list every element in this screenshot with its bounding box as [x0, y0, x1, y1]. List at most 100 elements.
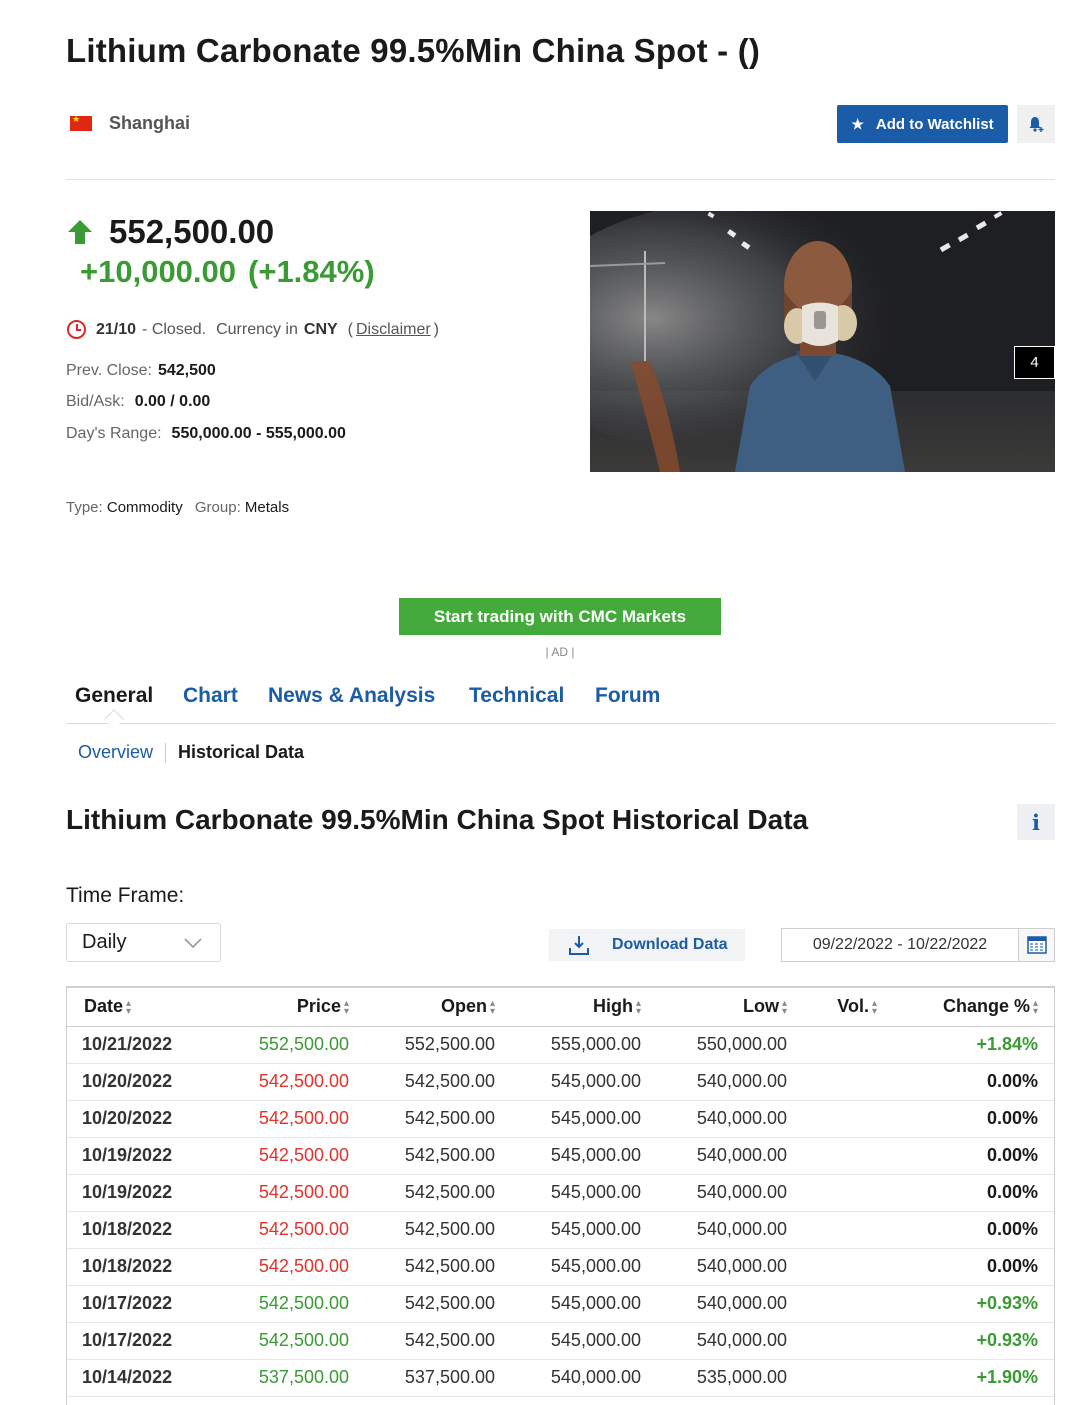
cell-high: 545,000.00	[495, 1063, 641, 1101]
tab-chart[interactable]: Chart	[183, 684, 238, 708]
cell-vol	[787, 1174, 877, 1212]
col-vol-label: Vol.	[837, 996, 869, 1017]
sort-icon: ▴ ▾	[1032, 997, 1038, 1017]
tab-general[interactable]: General	[75, 684, 153, 708]
col-low-label: Low	[742, 996, 779, 1017]
subtab-historical-data[interactable]: Historical Data	[178, 742, 304, 763]
calendar-icon[interactable]	[1018, 929, 1054, 961]
tab-technical[interactable]: Technical	[469, 684, 564, 708]
cell-vol	[787, 1026, 877, 1064]
cell-date: 10/17/2022	[67, 1322, 212, 1360]
ad-label: | AD |	[545, 645, 575, 659]
cell-high: 545,000.00	[495, 1137, 641, 1175]
cell-vol	[787, 1063, 877, 1101]
cell-open: 542,500.00	[349, 1063, 495, 1101]
cell-low: 540,000.00	[641, 1248, 787, 1286]
sort-icon: ▴ ▾	[343, 997, 349, 1017]
cell-vol	[787, 1285, 877, 1323]
table-row: 10/20/2022 542,500.00 542,500.00 545,000.00…	[67, 1100, 1054, 1138]
main-tabs: General Chart News & Analysis Technical …	[66, 684, 1055, 724]
tab-forum[interactable]: Forum	[595, 684, 660, 708]
table-row: 10/18/2022 542,500.00 542,500.00 545,000.00…	[67, 1248, 1054, 1286]
historical-title: Lithium Carbonate 99.5%Min China Spot Hi…	[66, 804, 809, 835]
info-icon[interactable]: i	[1017, 804, 1055, 840]
calendar-glyph	[1026, 936, 1047, 954]
cell-high: 545,000.00	[495, 1174, 641, 1212]
cell-high: 545,000.00	[495, 1285, 641, 1323]
disclaimer-paren-open: (	[347, 320, 353, 338]
table-header-row: Date ▴ ▾ Price ▴ ▾ Open ▴ ▾ High ▴ ▾ Low ▴ ▾ Vol. ▴…	[67, 988, 1054, 1027]
cell-price: 542,500.00	[212, 1211, 349, 1249]
subtab-divider	[165, 742, 167, 763]
create-alert-button[interactable]	[1017, 105, 1055, 143]
cell-date: 10/14/2022	[67, 1359, 212, 1397]
col-open[interactable]: Open ▴ ▾	[349, 988, 495, 1027]
watchlist-label: Add to Watchlist	[875, 115, 994, 133]
cell-date: 10/20/2022	[67, 1100, 212, 1138]
cell-low: 535,000.00	[641, 1359, 787, 1397]
cell-change: +1.84%	[877, 1026, 1054, 1064]
bell-plus-icon	[1029, 117, 1044, 132]
cell-low: 540,000.00	[641, 1174, 787, 1212]
cell-price: 542,500.00	[212, 1100, 349, 1138]
type-value: Commodity	[106, 499, 183, 516]
prev-close-label: Prev. Close:	[66, 362, 152, 379]
ad-video[interactable]	[590, 211, 1055, 472]
exchange-name: Shanghai	[109, 112, 191, 133]
cell-high: 545,000.00	[495, 1248, 641, 1286]
col-high[interactable]: High ▴ ▾	[495, 988, 641, 1027]
sort-icon: ▴ ▾	[126, 997, 132, 1017]
cell-date: 10/18/2022	[67, 1248, 212, 1286]
col-price[interactable]: Price ▴ ▾	[212, 988, 349, 1027]
page-title: Lithium Carbonate 99.5%Min China Spot - …	[66, 32, 761, 69]
type-label: Type:	[66, 499, 103, 516]
cell-change: +0.93%	[877, 1322, 1054, 1360]
col-low[interactable]: Low ▴ ▾	[641, 988, 787, 1027]
cell-low: 540,000.00	[641, 1063, 787, 1101]
add-to-watchlist-button[interactable]: ★ Add to Watchlist	[837, 105, 1008, 143]
up-arrow-icon	[68, 220, 92, 244]
cell-change: 0.00%	[877, 1211, 1054, 1249]
cell-change: +0.93%	[877, 1285, 1054, 1323]
cmc-trading-cta-button[interactable]: Start trading with CMC Markets	[399, 598, 721, 635]
days-range-value: 550,000.00 - 555,000.00	[171, 425, 346, 442]
cell-open: 542,500.00	[349, 1100, 495, 1138]
col-price-label: Price	[296, 996, 341, 1017]
col-vol[interactable]: Vol. ▴ ▾	[787, 988, 877, 1027]
price-change: +10,000.00 (+1.84%)	[80, 254, 375, 290]
prev-close: Prev. Close: 542,500	[66, 362, 216, 380]
cell-change: 0.00%	[877, 1063, 1054, 1101]
cell-low: 540,000.00	[641, 1322, 787, 1360]
table-row: 10/19/2022 542,500.00 542,500.00 545,000.00…	[67, 1137, 1054, 1175]
sub-tabs: Overview Historical Data	[78, 742, 304, 763]
bid-ask: Bid/Ask: 0.00 / 0.00	[66, 393, 210, 411]
cell-vol	[787, 1211, 877, 1249]
sort-icon: ▴ ▾	[871, 997, 877, 1017]
star-icon: ★	[851, 115, 864, 132]
bid-ask-label: Bid/Ask:	[66, 393, 125, 410]
cell-price: 542,500.00	[212, 1137, 349, 1175]
cell-open: 542,500.00	[349, 1174, 495, 1212]
disclaimer-link[interactable]: Disclaimer	[356, 321, 431, 339]
table-row: 10/20/2022 542,500.00 542,500.00 545,000.00…	[67, 1063, 1054, 1101]
change-value: +10,000.00	[80, 254, 237, 289]
cell-change: 0.00%	[877, 1248, 1054, 1286]
cell-date: 10/19/2022	[67, 1174, 212, 1212]
timeframe-select[interactable]: Daily	[66, 923, 221, 962]
tab-news-analysis[interactable]: News & Analysis	[268, 684, 435, 708]
cell-open: 542,500.00	[349, 1285, 495, 1323]
cell-change: 0.00%	[877, 1137, 1054, 1175]
cell-high: 555,000.00	[495, 1026, 641, 1064]
cell-vol	[787, 1137, 877, 1175]
cell-open: 537,500.00	[349, 1359, 495, 1397]
col-change[interactable]: Change % ▴ ▾	[877, 988, 1054, 1027]
cell-vol	[787, 1100, 877, 1138]
cell-vol	[787, 1322, 877, 1360]
download-data-button[interactable]: Download Data	[549, 929, 745, 961]
chevron-down-icon	[184, 938, 202, 948]
col-date[interactable]: Date ▴ ▾	[67, 988, 212, 1027]
subtab-overview[interactable]: Overview	[78, 742, 153, 763]
currency-value: CNY	[303, 320, 338, 338]
sort-icon: ▴ ▾	[635, 997, 641, 1017]
date-range-picker[interactable]: 09/22/2022 - 10/22/2022	[781, 928, 1055, 962]
